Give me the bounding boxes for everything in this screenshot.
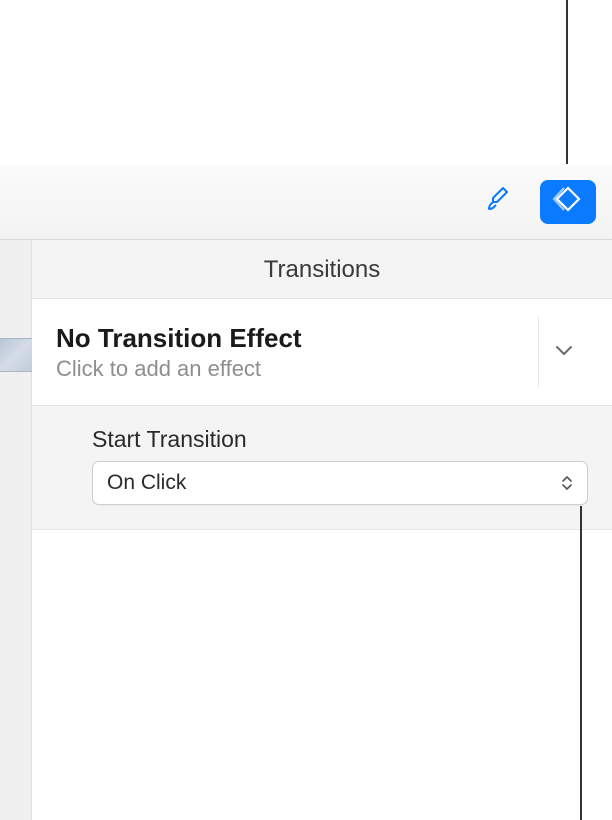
- callout-line-side: [580, 506, 582, 820]
- effect-text-block: No Transition Effect Click to add an eff…: [56, 323, 526, 382]
- toolbar: [0, 164, 612, 240]
- select-value: On Click: [107, 471, 561, 495]
- updown-icon: [561, 475, 573, 491]
- format-tab-button[interactable]: [470, 180, 526, 224]
- panel-title: Transitions: [32, 240, 612, 299]
- diamond-icon: [551, 185, 585, 218]
- callout-line-top: [566, 0, 568, 164]
- start-transition-label: Start Transition: [92, 426, 588, 453]
- animate-tab-button[interactable]: [540, 180, 596, 224]
- effect-title: No Transition Effect: [56, 323, 526, 354]
- transition-settings-section: Start Transition On Click: [32, 406, 612, 530]
- slide-thumbnail[interactable]: [0, 338, 32, 372]
- chevron-down-icon: [555, 343, 573, 361]
- panel-content: Transitions No Transition Effect Click t…: [32, 240, 612, 530]
- start-transition-select[interactable]: On Click: [92, 461, 588, 505]
- effect-disclosure-button[interactable]: [538, 317, 588, 387]
- slide-navigator-edge: [0, 240, 32, 820]
- transition-effect-row[interactable]: No Transition Effect Click to add an eff…: [32, 299, 612, 406]
- paintbrush-icon: [483, 184, 513, 219]
- inspector-panel: Transitions No Transition Effect Click t…: [0, 164, 612, 820]
- effect-subtitle: Click to add an effect: [56, 356, 526, 382]
